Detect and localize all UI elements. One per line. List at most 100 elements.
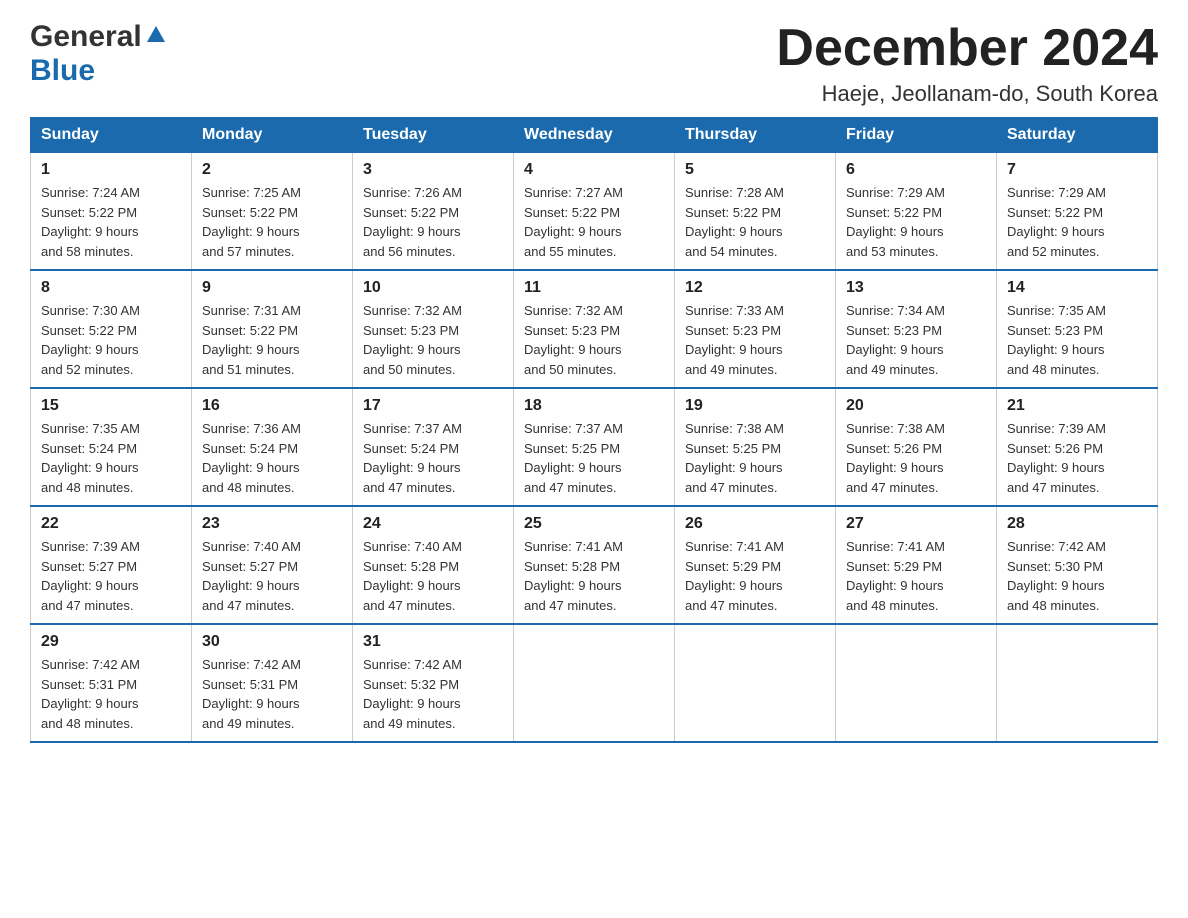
- day-info: Sunrise: 7:35 AM Sunset: 5:23 PM Dayligh…: [1007, 301, 1147, 379]
- day-cell-10: 10 Sunrise: 7:32 AM Sunset: 5:23 PM Dayl…: [353, 270, 514, 388]
- day-cell-3: 3 Sunrise: 7:26 AM Sunset: 5:22 PM Dayli…: [353, 153, 514, 271]
- day-cell-19: 19 Sunrise: 7:38 AM Sunset: 5:25 PM Dayl…: [675, 388, 836, 506]
- day-info: Sunrise: 7:33 AM Sunset: 5:23 PM Dayligh…: [685, 301, 825, 379]
- day-cell-5: 5 Sunrise: 7:28 AM Sunset: 5:22 PM Dayli…: [675, 153, 836, 271]
- day-number: 15: [41, 397, 181, 415]
- day-number: 16: [202, 397, 342, 415]
- header-monday: Monday: [192, 118, 353, 153]
- day-info: Sunrise: 7:32 AM Sunset: 5:23 PM Dayligh…: [363, 301, 503, 379]
- day-info: Sunrise: 7:39 AM Sunset: 5:26 PM Dayligh…: [1007, 419, 1147, 497]
- day-cell-28: 28 Sunrise: 7:42 AM Sunset: 5:30 PM Dayl…: [997, 506, 1158, 624]
- day-info: Sunrise: 7:35 AM Sunset: 5:24 PM Dayligh…: [41, 419, 181, 497]
- day-info: Sunrise: 7:31 AM Sunset: 5:22 PM Dayligh…: [202, 301, 342, 379]
- day-cell-15: 15 Sunrise: 7:35 AM Sunset: 5:24 PM Dayl…: [31, 388, 192, 506]
- day-cell-2: 2 Sunrise: 7:25 AM Sunset: 5:22 PM Dayli…: [192, 153, 353, 271]
- day-number: 29: [41, 633, 181, 651]
- day-info: Sunrise: 7:36 AM Sunset: 5:24 PM Dayligh…: [202, 419, 342, 497]
- day-info: Sunrise: 7:29 AM Sunset: 5:22 PM Dayligh…: [1007, 183, 1147, 261]
- logo: General Blue: [30, 20, 167, 88]
- day-info: Sunrise: 7:26 AM Sunset: 5:22 PM Dayligh…: [363, 183, 503, 261]
- day-number: 25: [524, 515, 664, 533]
- day-cell-13: 13 Sunrise: 7:34 AM Sunset: 5:23 PM Dayl…: [836, 270, 997, 388]
- day-cell-31: 31 Sunrise: 7:42 AM Sunset: 5:32 PM Dayl…: [353, 624, 514, 742]
- page-subtitle: Haeje, Jeollanam-do, South Korea: [776, 81, 1158, 107]
- week-row-4: 22 Sunrise: 7:39 AM Sunset: 5:27 PM Dayl…: [31, 506, 1158, 624]
- day-info: Sunrise: 7:40 AM Sunset: 5:28 PM Dayligh…: [363, 537, 503, 615]
- day-cell-21: 21 Sunrise: 7:39 AM Sunset: 5:26 PM Dayl…: [997, 388, 1158, 506]
- week-row-3: 15 Sunrise: 7:35 AM Sunset: 5:24 PM Dayl…: [31, 388, 1158, 506]
- day-cell-20: 20 Sunrise: 7:38 AM Sunset: 5:26 PM Dayl…: [836, 388, 997, 506]
- day-number: 2: [202, 161, 342, 179]
- day-cell-16: 16 Sunrise: 7:36 AM Sunset: 5:24 PM Dayl…: [192, 388, 353, 506]
- day-cell-18: 18 Sunrise: 7:37 AM Sunset: 5:25 PM Dayl…: [514, 388, 675, 506]
- calendar-table: SundayMondayTuesdayWednesdayThursdayFrid…: [30, 117, 1158, 743]
- header-thursday: Thursday: [675, 118, 836, 153]
- day-number: 5: [685, 161, 825, 179]
- day-number: 4: [524, 161, 664, 179]
- day-number: 30: [202, 633, 342, 651]
- day-cell-24: 24 Sunrise: 7:40 AM Sunset: 5:28 PM Dayl…: [353, 506, 514, 624]
- week-row-1: 1 Sunrise: 7:24 AM Sunset: 5:22 PM Dayli…: [31, 153, 1158, 271]
- logo-icon: [145, 24, 167, 46]
- day-number: 27: [846, 515, 986, 533]
- header-tuesday: Tuesday: [353, 118, 514, 153]
- day-number: 17: [363, 397, 503, 415]
- day-cell-6: 6 Sunrise: 7:29 AM Sunset: 5:22 PM Dayli…: [836, 153, 997, 271]
- day-cell-26: 26 Sunrise: 7:41 AM Sunset: 5:29 PM Dayl…: [675, 506, 836, 624]
- header-saturday: Saturday: [997, 118, 1158, 153]
- day-number: 10: [363, 279, 503, 297]
- day-number: 28: [1007, 515, 1147, 533]
- day-number: 22: [41, 515, 181, 533]
- day-info: Sunrise: 7:37 AM Sunset: 5:25 PM Dayligh…: [524, 419, 664, 497]
- empty-cell: [675, 624, 836, 742]
- page-header: General Blue December 2024 Haeje, Jeolla…: [30, 20, 1158, 107]
- day-number: 12: [685, 279, 825, 297]
- day-cell-14: 14 Sunrise: 7:35 AM Sunset: 5:23 PM Dayl…: [997, 270, 1158, 388]
- week-row-5: 29 Sunrise: 7:42 AM Sunset: 5:31 PM Dayl…: [31, 624, 1158, 742]
- day-number: 26: [685, 515, 825, 533]
- week-row-2: 8 Sunrise: 7:30 AM Sunset: 5:22 PM Dayli…: [31, 270, 1158, 388]
- day-info: Sunrise: 7:29 AM Sunset: 5:22 PM Dayligh…: [846, 183, 986, 261]
- day-number: 23: [202, 515, 342, 533]
- header-wednesday: Wednesday: [514, 118, 675, 153]
- day-info: Sunrise: 7:41 AM Sunset: 5:28 PM Dayligh…: [524, 537, 664, 615]
- day-cell-22: 22 Sunrise: 7:39 AM Sunset: 5:27 PM Dayl…: [31, 506, 192, 624]
- logo-blue: Blue: [30, 54, 95, 87]
- day-number: 20: [846, 397, 986, 415]
- day-info: Sunrise: 7:32 AM Sunset: 5:23 PM Dayligh…: [524, 301, 664, 379]
- day-cell-25: 25 Sunrise: 7:41 AM Sunset: 5:28 PM Dayl…: [514, 506, 675, 624]
- day-cell-7: 7 Sunrise: 7:29 AM Sunset: 5:22 PM Dayli…: [997, 153, 1158, 271]
- day-number: 7: [1007, 161, 1147, 179]
- day-cell-27: 27 Sunrise: 7:41 AM Sunset: 5:29 PM Dayl…: [836, 506, 997, 624]
- empty-cell: [836, 624, 997, 742]
- day-number: 18: [524, 397, 664, 415]
- day-info: Sunrise: 7:38 AM Sunset: 5:25 PM Dayligh…: [685, 419, 825, 497]
- day-info: Sunrise: 7:30 AM Sunset: 5:22 PM Dayligh…: [41, 301, 181, 379]
- day-info: Sunrise: 7:42 AM Sunset: 5:31 PM Dayligh…: [41, 655, 181, 733]
- day-info: Sunrise: 7:41 AM Sunset: 5:29 PM Dayligh…: [846, 537, 986, 615]
- empty-cell: [997, 624, 1158, 742]
- header-sunday: Sunday: [31, 118, 192, 153]
- day-cell-11: 11 Sunrise: 7:32 AM Sunset: 5:23 PM Dayl…: [514, 270, 675, 388]
- day-number: 14: [1007, 279, 1147, 297]
- day-info: Sunrise: 7:39 AM Sunset: 5:27 PM Dayligh…: [41, 537, 181, 615]
- day-cell-30: 30 Sunrise: 7:42 AM Sunset: 5:31 PM Dayl…: [192, 624, 353, 742]
- day-cell-4: 4 Sunrise: 7:27 AM Sunset: 5:22 PM Dayli…: [514, 153, 675, 271]
- day-info: Sunrise: 7:41 AM Sunset: 5:29 PM Dayligh…: [685, 537, 825, 615]
- logo-general: General: [30, 20, 142, 54]
- day-cell-12: 12 Sunrise: 7:33 AM Sunset: 5:23 PM Dayl…: [675, 270, 836, 388]
- day-info: Sunrise: 7:34 AM Sunset: 5:23 PM Dayligh…: [846, 301, 986, 379]
- day-number: 24: [363, 515, 503, 533]
- day-number: 1: [41, 161, 181, 179]
- day-number: 21: [1007, 397, 1147, 415]
- day-number: 19: [685, 397, 825, 415]
- day-info: Sunrise: 7:38 AM Sunset: 5:26 PM Dayligh…: [846, 419, 986, 497]
- day-info: Sunrise: 7:42 AM Sunset: 5:30 PM Dayligh…: [1007, 537, 1147, 615]
- day-number: 6: [846, 161, 986, 179]
- day-info: Sunrise: 7:25 AM Sunset: 5:22 PM Dayligh…: [202, 183, 342, 261]
- day-info: Sunrise: 7:24 AM Sunset: 5:22 PM Dayligh…: [41, 183, 181, 261]
- day-number: 3: [363, 161, 503, 179]
- day-info: Sunrise: 7:37 AM Sunset: 5:24 PM Dayligh…: [363, 419, 503, 497]
- day-cell-8: 8 Sunrise: 7:30 AM Sunset: 5:22 PM Dayli…: [31, 270, 192, 388]
- day-number: 9: [202, 279, 342, 297]
